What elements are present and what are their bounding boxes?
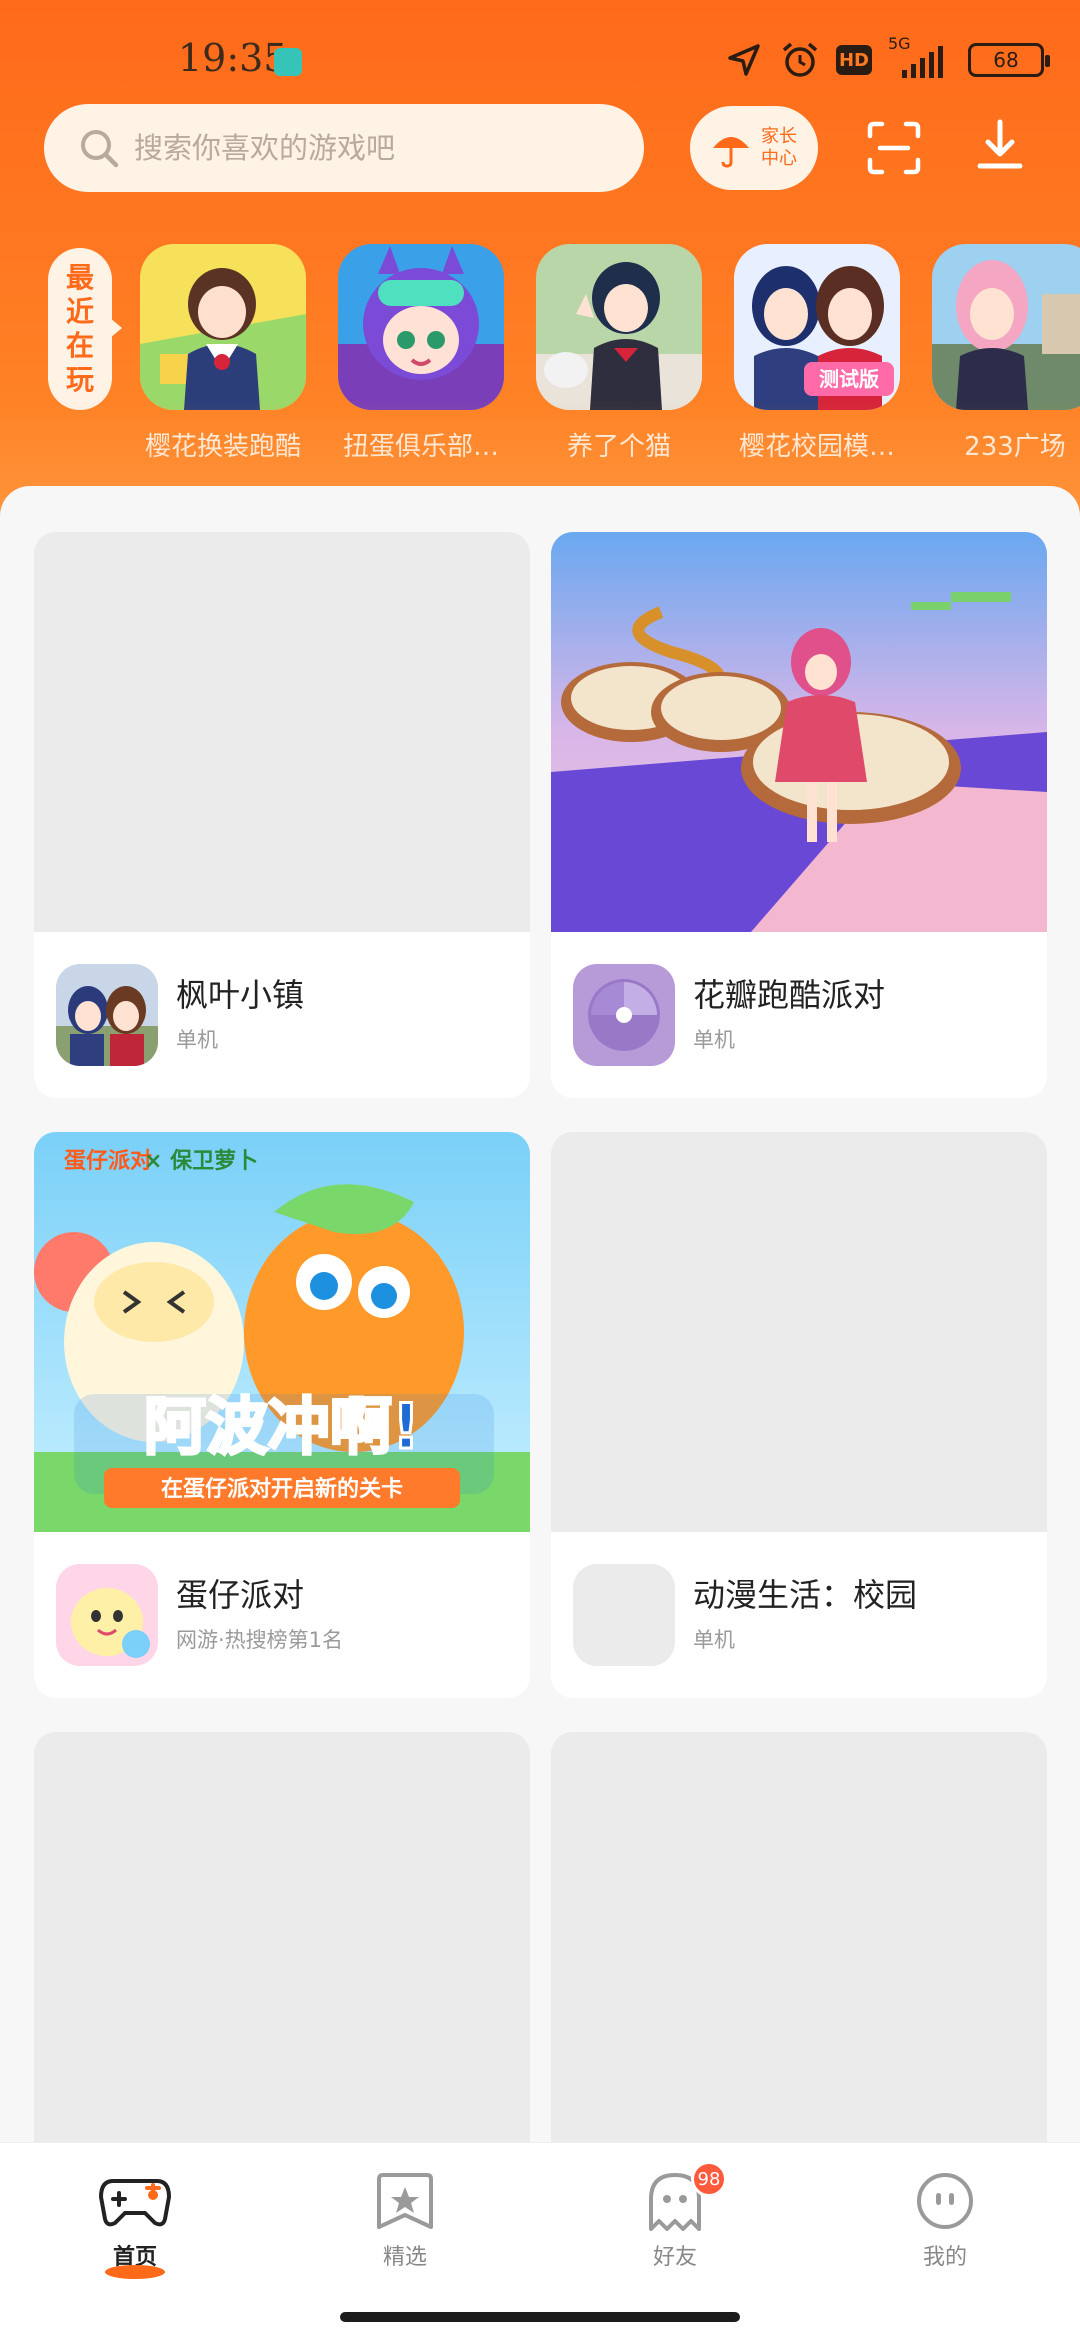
bookmark-star-icon <box>369 2171 441 2231</box>
recent-game-item[interactable]: 测试版 樱花校园模… <box>734 244 900 463</box>
game-card-info: 动漫生活：校园 单机 <box>551 1532 1047 1698</box>
bottom-navigation: 首页 精选 98 好友 我的 <box>0 2142 1080 2340</box>
parent-center-button[interactable]: 家长 中心 <box>690 106 818 190</box>
game-card[interactable]: 枫叶小镇 单机 <box>34 532 530 1098</box>
tab-label: 精选 <box>382 2245 427 2270</box>
game-card[interactable]: 动漫生活：校园 单机 <box>551 1132 1047 1698</box>
gamepad-icon <box>98 2171 172 2231</box>
game-thumbnail: 测试版 <box>734 244 900 410</box>
status-icons: HD 5G 68 <box>724 34 1050 80</box>
navigation-app-icon <box>274 48 302 76</box>
game-feed: 枫叶小镇 单机 花瓣跑酷派对 单机 蛋仔派对 × 保卫萝卜 阿波冲啊! 在蛋仔派… <box>0 486 1080 2152</box>
search-bar[interactable] <box>44 104 644 192</box>
tab-label: 我的 <box>922 2245 967 2270</box>
recently-played-label: 最 近 在 玩 <box>48 248 122 410</box>
search-input[interactable] <box>134 131 614 165</box>
game-title: 枫叶小镇 <box>176 976 305 1014</box>
recent-game-name: 233广场 <box>964 432 1066 462</box>
game-title: 动漫生活：校园 <box>693 1576 918 1614</box>
alarm-icon <box>782 42 818 77</box>
recent-game-name: 樱花校园模… <box>738 432 895 462</box>
svg-text:蛋仔派对: 蛋仔派对 <box>64 1148 152 1174</box>
banner-subline: 在蛋仔派对开启新的关卡 <box>161 1476 403 1502</box>
recent-game-name: 樱花换装跑酷 <box>144 432 301 462</box>
hd-icon: HD <box>836 45 872 75</box>
game-cover-placeholder <box>34 532 530 932</box>
game-cover-image: 蛋仔派对 × 保卫萝卜 阿波冲啊! 在蛋仔派对开启新的关卡 <box>34 1132 530 1532</box>
tab-profile[interactable]: 我的 <box>875 2171 1015 2271</box>
game-thumbnail <box>932 244 1080 410</box>
game-icon <box>56 964 158 1066</box>
home-indicator[interactable] <box>340 2312 740 2322</box>
svg-text:× 保卫萝卜: × 保卫萝卜 <box>144 1148 258 1174</box>
recent-game-item[interactable]: 233广场 <box>932 244 1080 463</box>
umbrella-icon <box>713 137 749 168</box>
active-tab-indicator <box>105 2265 165 2279</box>
tab-label: 好友 <box>652 2245 697 2270</box>
game-subtitle: 单机 <box>693 1628 735 1652</box>
svg-text:测试版: 测试版 <box>819 367 879 391</box>
game-title: 蛋仔派对 <box>176 1576 305 1614</box>
status-bar: 19:35 HD 5G 68 <box>0 34 1080 86</box>
game-card-info: 枫叶小镇 单机 <box>34 932 530 1098</box>
tab-featured[interactable]: 精选 <box>335 2171 475 2271</box>
game-card-loading-placeholder <box>34 1732 530 2152</box>
tab-home[interactable]: 首页 <box>65 2171 205 2279</box>
search-icon <box>81 130 119 168</box>
download-icon[interactable] <box>970 116 1030 176</box>
recent-game-item[interactable]: 扭蛋俱乐部… <box>338 244 504 463</box>
game-cover-image <box>551 532 1047 932</box>
game-thumbnail <box>536 244 702 410</box>
game-subtitle: 单机 <box>693 1028 735 1052</box>
recent-game-name: 养了个猫 <box>566 432 671 462</box>
header: 19:35 HD 5G 68 搜索你喜欢的游戏吧 家长 中心 最 近 在 玩 樱… <box>0 0 1080 520</box>
game-card-loading-placeholder <box>551 1732 1047 2152</box>
game-card-info: 花瓣跑酷派对 单机 <box>551 932 1047 1098</box>
banner-headline: 阿波冲啊! <box>144 1390 420 1463</box>
friends-notification-badge: 98 <box>691 2161 727 2197</box>
game-card[interactable]: 花瓣跑酷派对 单机 <box>551 532 1047 1098</box>
game-icon-placeholder <box>573 1564 675 1666</box>
game-subtitle: 网游·热搜榜第1名 <box>176 1628 344 1652</box>
location-icon <box>728 44 760 76</box>
battery-icon: 68 <box>968 43 1050 77</box>
game-subtitle: 单机 <box>176 1028 218 1052</box>
game-cover-placeholder <box>551 1132 1047 1532</box>
tab-friends[interactable]: 98 好友 <box>605 2161 745 2271</box>
game-title: 花瓣跑酷派对 <box>693 976 886 1014</box>
recent-game-item[interactable]: 养了个猫 <box>536 244 702 463</box>
parent-center-label: 家长 中心 <box>761 126 797 169</box>
game-icon <box>56 1564 158 1666</box>
signal-icon: 5G <box>888 34 952 80</box>
status-time: 19:35 <box>178 36 288 80</box>
game-icon <box>573 964 675 1066</box>
game-card[interactable]: 蛋仔派对 × 保卫萝卜 阿波冲啊! 在蛋仔派对开启新的关卡 蛋仔派对 网游·热搜… <box>34 1132 530 1698</box>
recent-game-item[interactable]: 樱花换装跑酷 <box>140 244 306 463</box>
recent-game-name: 扭蛋俱乐部… <box>342 432 499 462</box>
game-thumbnail <box>338 244 504 410</box>
scan-icon[interactable] <box>866 120 922 176</box>
game-card-info: 蛋仔派对 网游·热搜榜第1名 <box>34 1532 530 1698</box>
face-icon <box>909 2171 981 2231</box>
ghost-icon: 98 <box>639 2161 727 2231</box>
game-thumbnail <box>140 244 306 410</box>
